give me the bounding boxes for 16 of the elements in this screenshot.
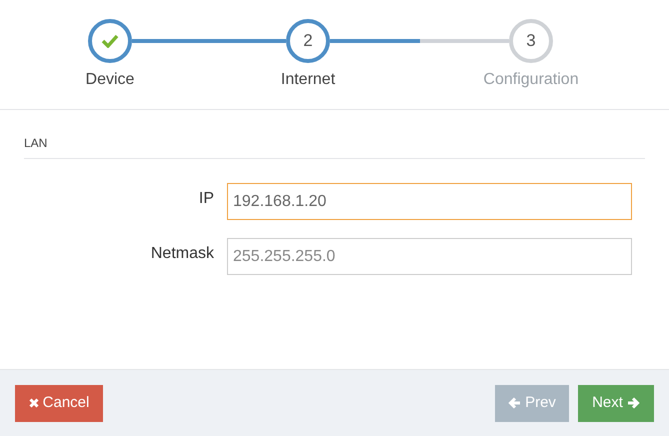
step-number: 2 bbox=[303, 30, 313, 52]
next-button[interactable]: Next bbox=[578, 384, 654, 422]
step-label: Configuration bbox=[483, 70, 579, 90]
field-label: IP bbox=[198, 188, 215, 208]
cancel-button[interactable]: Cancel bbox=[15, 384, 103, 422]
arrow-right-icon bbox=[626, 397, 640, 409]
text-field[interactable]: 192.168.1.20 bbox=[227, 183, 632, 220]
check-icon bbox=[101, 34, 119, 48]
step-number: 3 bbox=[526, 30, 536, 52]
arrow-left-icon bbox=[508, 397, 522, 409]
field-label: Netmask bbox=[150, 244, 215, 264]
step-label: Internet bbox=[280, 70, 336, 90]
close-icon bbox=[28, 398, 39, 408]
section-title: LAN bbox=[24, 136, 48, 150]
text-field[interactable]: 255.255.255.0 bbox=[227, 238, 632, 275]
step-label: Device bbox=[86, 70, 134, 90]
